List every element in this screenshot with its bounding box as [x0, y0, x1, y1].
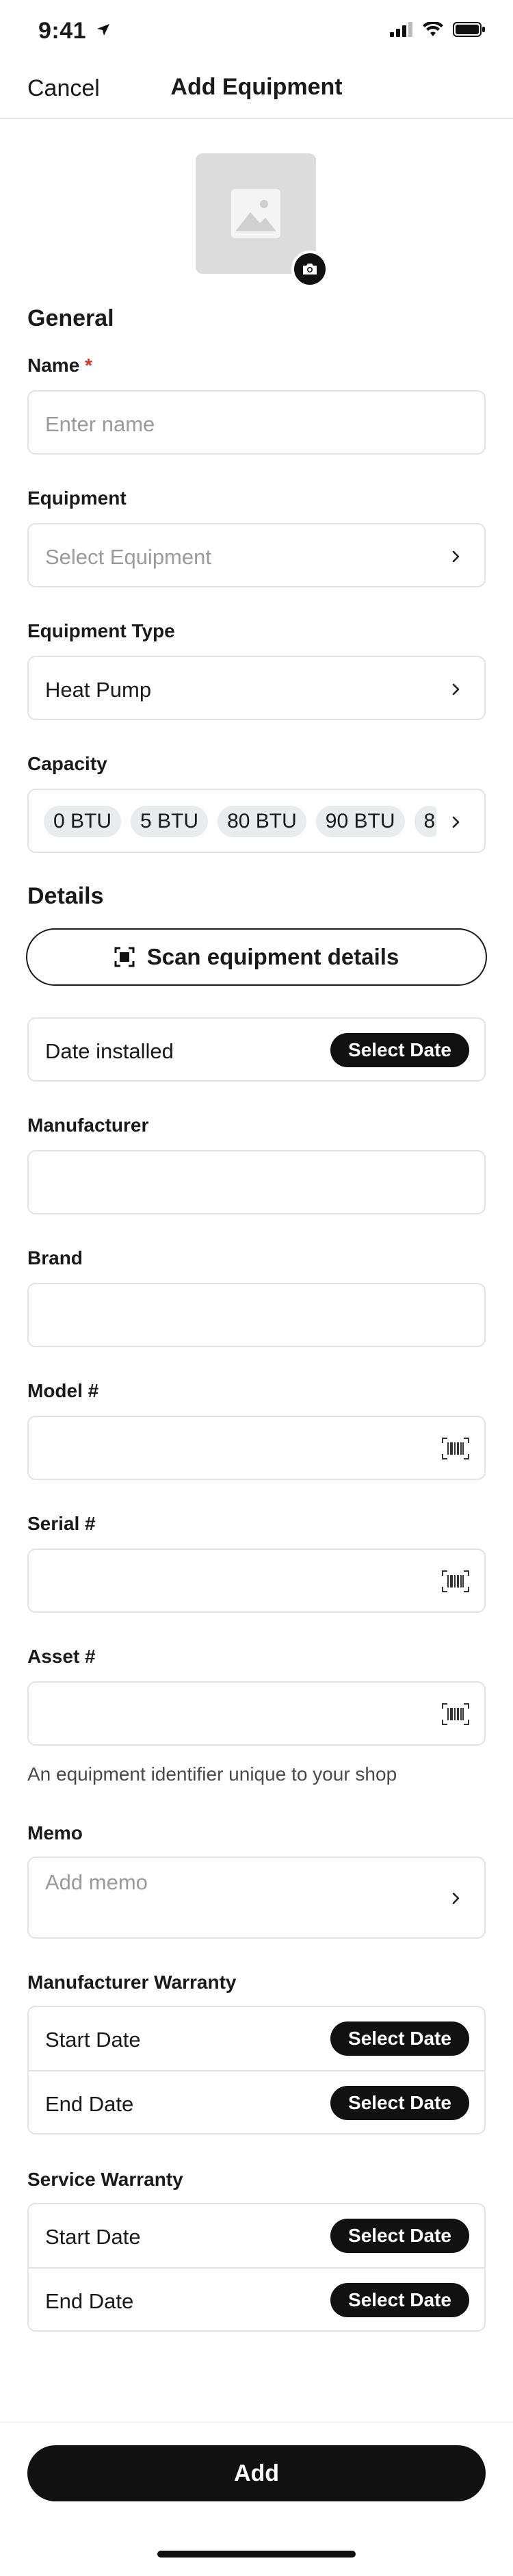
- capacity-chip[interactable]: 90 BTU: [315, 806, 405, 837]
- date-installed-row: Date installed Select Date: [27, 1017, 486, 1082]
- chevron-right-icon: [452, 1892, 460, 1904]
- status-time: 9:41: [38, 18, 111, 44]
- asset-input[interactable]: [27, 1681, 486, 1746]
- memo-placeholder: Add memo: [45, 1870, 148, 1894]
- serial-label: Serial #: [27, 1513, 96, 1534]
- general-heading: General: [27, 305, 114, 331]
- equipment-placeholder: Select Equipment: [45, 545, 211, 569]
- add-button[interactable]: Add: [27, 2445, 486, 2501]
- wifi-icon: [423, 22, 443, 36]
- capacity-chip[interactable]: 5 BTU: [131, 806, 209, 837]
- barcode-scan-icon[interactable]: [442, 1703, 469, 1725]
- capacity-chip[interactable]: 8: [414, 806, 436, 837]
- manufacturer-warranty-start-select-button[interactable]: Select Date: [330, 2022, 469, 2056]
- manufacturer-label: Manufacturer: [27, 1114, 149, 1136]
- service-warranty-end-row: End Date Select Date: [29, 2269, 484, 2332]
- brand-input[interactable]: [27, 1283, 486, 1347]
- manufacturer-warranty-heading: Manufacturer Warranty: [27, 1972, 237, 1993]
- service-warranty-heading: Service Warranty: [27, 2169, 183, 2190]
- equipment-type-label: Equipment Type: [27, 620, 175, 641]
- details-heading: Details: [27, 883, 104, 909]
- camera-button[interactable]: [291, 251, 328, 288]
- battery-icon: [453, 22, 485, 37]
- scan-icon: [114, 947, 135, 967]
- date-installed-select-button[interactable]: Select Date: [330, 1033, 469, 1067]
- cancel-button[interactable]: Cancel: [27, 75, 100, 102]
- chevron-right-icon: [452, 816, 460, 828]
- scan-equipment-button[interactable]: Scan equipment details: [26, 928, 487, 986]
- manufacturer-input[interactable]: [27, 1150, 486, 1214]
- serial-input[interactable]: [27, 1548, 486, 1613]
- memo-label: Memo: [27, 1822, 83, 1844]
- start-date-label: Start Date: [45, 2225, 141, 2249]
- manufacturer-warranty-end-row: End Date Select Date: [29, 2071, 484, 2134]
- capacity-select[interactable]: 0 BTU 5 BTU 80 BTU 90 BTU 8: [27, 789, 486, 853]
- name-label: Name *: [27, 355, 92, 376]
- service-warranty-start-row: Start Date Select Date: [29, 2204, 484, 2267]
- end-date-label: End Date: [45, 2289, 134, 2313]
- home-indicator: [157, 2551, 356, 2558]
- date-installed-label: Date installed: [45, 1039, 174, 1063]
- required-marker: *: [85, 355, 92, 376]
- location-arrow-icon: [97, 24, 110, 36]
- service-warranty-end-select-button[interactable]: Select Date: [330, 2283, 469, 2317]
- model-input[interactable]: [27, 1416, 486, 1480]
- capacity-chip-list: 0 BTU 5 BTU 80 BTU 90 BTU 8: [44, 804, 436, 839]
- capacity-label: Capacity: [27, 753, 107, 774]
- status-icons: [390, 22, 486, 37]
- chevron-right-icon: [452, 550, 460, 563]
- service-warranty-start-select-button[interactable]: Select Date: [330, 2219, 469, 2253]
- barcode-scan-icon[interactable]: [442, 1570, 469, 1592]
- name-input[interactable]: Enter name: [27, 390, 486, 455]
- equipment-type-value: Heat Pump: [45, 678, 152, 702]
- scan-button-label: Scan equipment details: [146, 944, 399, 969]
- chevron-right-icon: [452, 683, 460, 696]
- equipment-select[interactable]: Select Equipment: [27, 523, 486, 587]
- capacity-chip[interactable]: 80 BTU: [218, 806, 306, 837]
- equipment-type-select[interactable]: Heat Pump: [27, 656, 486, 720]
- manufacturer-warranty-end-select-button[interactable]: Select Date: [330, 2086, 469, 2120]
- manufacturer-warranty-group: Start Date Select Date End Date Select D…: [27, 2006, 486, 2134]
- capacity-chip[interactable]: 0 BTU: [44, 806, 122, 837]
- model-label: Model #: [27, 1380, 99, 1401]
- asset-hint: An equipment identifier unique to your s…: [27, 1763, 397, 1785]
- nav-divider: [0, 118, 513, 119]
- equipment-label: Equipment: [27, 487, 127, 509]
- image-placeholder-icon: [231, 189, 280, 238]
- barcode-scan-icon[interactable]: [442, 1438, 469, 1459]
- end-date-label: End Date: [45, 2092, 134, 2116]
- signal-icon: [390, 22, 412, 37]
- brand-label: Brand: [27, 1247, 83, 1268]
- name-placeholder: Enter name: [45, 412, 155, 436]
- camera-icon: [303, 264, 317, 275]
- start-date-label: Start Date: [45, 2028, 141, 2052]
- asset-label: Asset #: [27, 1646, 96, 1667]
- manufacturer-warranty-start-row: Start Date Select Date: [29, 2007, 484, 2070]
- memo-input[interactable]: Add memo: [27, 1857, 486, 1939]
- service-warranty-group: Start Date Select Date End Date Select D…: [27, 2203, 486, 2332]
